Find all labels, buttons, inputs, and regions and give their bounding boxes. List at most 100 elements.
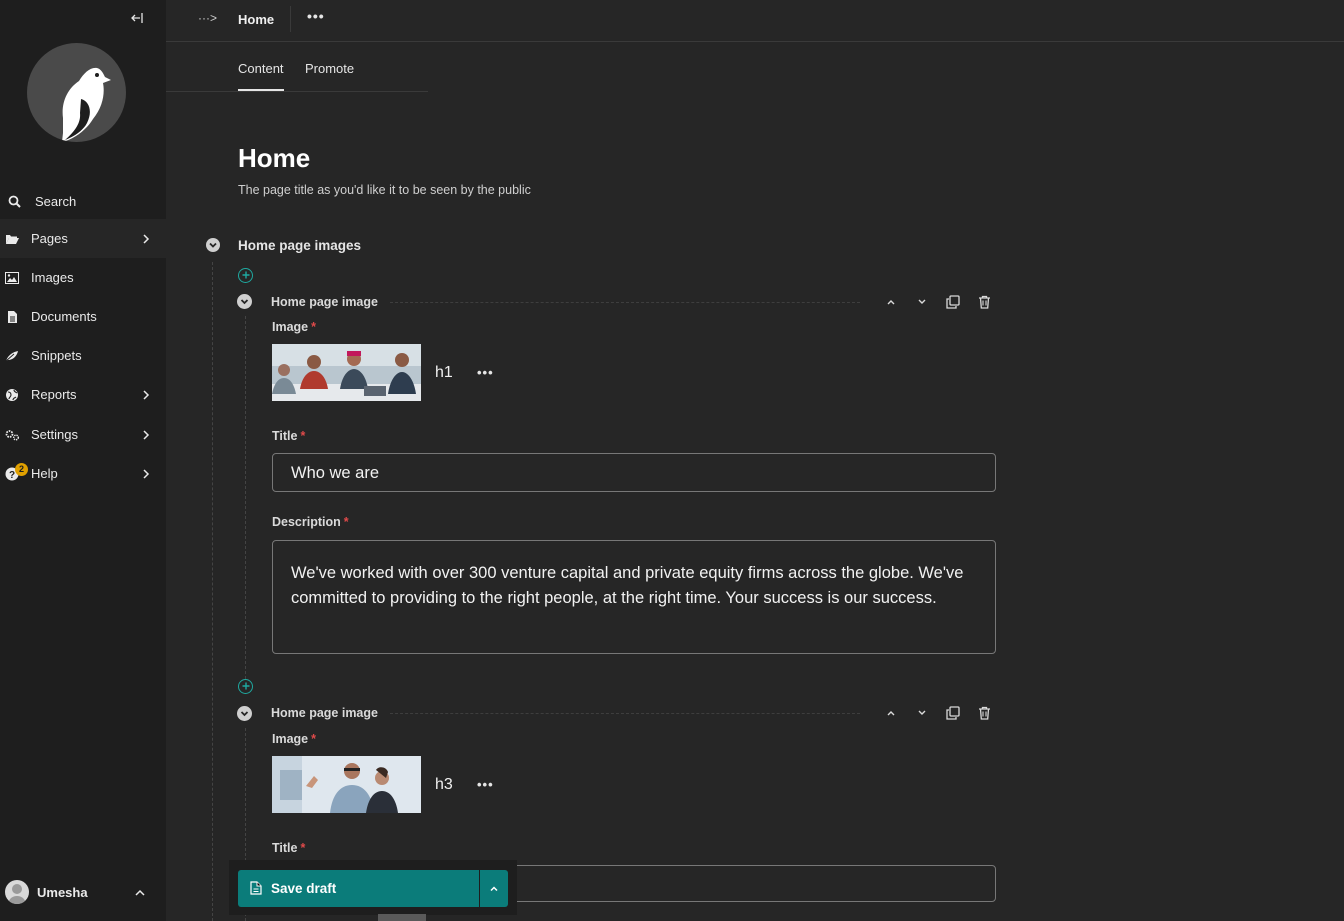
block-collapse-toggle[interactable]: [237, 294, 252, 309]
sidebar-item-label: Images: [31, 270, 74, 285]
title-input[interactable]: Who we are: [272, 453, 996, 492]
block-title: Home page image: [271, 706, 378, 720]
image-name: h3: [435, 776, 453, 793]
search-icon: [6, 194, 22, 210]
horizontal-scrollbar[interactable]: [378, 914, 426, 921]
section-heading: Home page images: [238, 238, 362, 253]
copy-icon: [946, 295, 960, 309]
add-block-button[interactable]: [238, 268, 253, 283]
sidebar-item-pages[interactable]: Pages: [0, 219, 166, 258]
sidebar-item-help[interactable]: ? 2 Help: [0, 454, 166, 493]
block-title: Home page image: [271, 295, 378, 309]
plus-icon: [242, 682, 249, 690]
image-field-label: Image *: [272, 320, 317, 334]
title-field-label: Title *: [272, 429, 306, 443]
chevron-right-icon: [140, 468, 152, 480]
sidebar-item-label: Search: [35, 194, 77, 209]
move-up-button[interactable]: [883, 294, 899, 310]
page-title-help: The page title as you'd like it to be se…: [238, 183, 531, 197]
sidebar-item-settings[interactable]: Settings: [0, 415, 166, 454]
copy-icon: [946, 706, 960, 720]
section-collapse-toggle[interactable]: [206, 238, 220, 252]
add-block-button[interactable]: [238, 679, 253, 694]
breadcrumb-current-page[interactable]: Home: [238, 12, 274, 27]
account-menu[interactable]: Umesha: [0, 876, 166, 908]
document-icon: [4, 309, 20, 325]
chevron-down-icon: [918, 710, 926, 715]
delete-button[interactable]: [976, 294, 992, 310]
chevron-right-icon: [140, 389, 152, 401]
image-thumbnail[interactable]: [272, 756, 421, 813]
move-down-button[interactable]: [914, 705, 930, 721]
globe-icon: [4, 387, 20, 403]
wagtail-logo[interactable]: [27, 43, 126, 142]
section-guide-line: [212, 262, 213, 921]
sidebar-item-snippets[interactable]: Snippets: [0, 336, 166, 375]
block-collapse-toggle[interactable]: [237, 706, 252, 721]
sidebar-item-documents[interactable]: Documents: [0, 297, 166, 336]
folder-open-icon: [4, 231, 20, 247]
sidebar-item-images[interactable]: Images: [0, 258, 166, 297]
tab-bar: Content Promote: [166, 43, 428, 92]
duplicate-button[interactable]: [945, 294, 961, 310]
page-title-input[interactable]: Home: [238, 143, 310, 174]
delete-button[interactable]: [976, 705, 992, 721]
footer-action-bar: Save draft: [229, 860, 517, 915]
sidebar-item-label: Pages: [31, 231, 68, 246]
image-actions-button[interactable]: •••: [477, 365, 494, 380]
sidebar: Search Pages Images Documents Snippets R…: [0, 0, 166, 921]
chevron-down-icon: [209, 242, 217, 248]
sidebar-item-label: Reports: [31, 387, 77, 402]
office-photo-image: [272, 756, 421, 813]
plus-icon: [242, 271, 249, 279]
collapse-sidebar-button[interactable]: [128, 12, 146, 28]
team-photo-image: [272, 344, 421, 401]
chevron-up-icon: [490, 885, 498, 891]
block-divider: [390, 302, 860, 303]
svg-text:?: ?: [9, 470, 15, 481]
chevron-right-icon: [140, 429, 152, 441]
user-name: Umesha: [37, 885, 88, 900]
move-up-button[interactable]: [883, 705, 899, 721]
move-down-button[interactable]: [914, 294, 930, 310]
more-save-actions-button[interactable]: [480, 870, 508, 907]
help-icon: ? 2: [4, 462, 28, 482]
chevron-up-icon: [134, 886, 146, 898]
divider: [290, 6, 291, 32]
document-icon: [250, 881, 262, 895]
bird-logo-icon: [62, 67, 111, 142]
title-field-label: Title *: [272, 841, 306, 855]
image-icon: [4, 270, 20, 286]
tab-promote[interactable]: Promote: [305, 61, 354, 76]
sidebar-item-search[interactable]: Search: [0, 182, 166, 221]
trash-icon: [978, 295, 990, 309]
notification-badge: 2: [15, 462, 28, 476]
sidebar-item-label: Snippets: [31, 348, 82, 363]
tab-content[interactable]: Content: [238, 61, 284, 91]
collapse-left-icon: [131, 13, 143, 23]
sidebar-item-label: Documents: [31, 309, 97, 324]
image-actions-button[interactable]: •••: [477, 777, 494, 792]
chevron-down-icon: [918, 299, 926, 304]
title-input-value: Who we are: [291, 464, 380, 482]
chevron-up-icon: [887, 711, 895, 716]
block-guide-line: [245, 316, 246, 679]
sidebar-item-reports[interactable]: Reports: [0, 375, 166, 414]
block-divider: [390, 713, 860, 714]
header: ···> Home •••: [166, 0, 1344, 42]
trash-icon: [978, 706, 990, 720]
chevron-down-icon: [240, 299, 249, 305]
chevron-down-icon: [240, 711, 249, 717]
breadcrumb-toggle[interactable]: ···>: [198, 11, 217, 25]
image-thumbnail[interactable]: [272, 344, 421, 401]
description-field-label: Description *: [272, 515, 349, 529]
chevron-up-icon: [887, 300, 895, 305]
save-draft-button[interactable]: Save draft: [238, 870, 479, 907]
description-value: We've worked with over 300 venture capit…: [291, 564, 964, 607]
more-actions-button[interactable]: •••: [307, 8, 325, 24]
description-textarea[interactable]: We've worked with over 300 venture capit…: [272, 540, 996, 654]
cogs-icon: [4, 427, 20, 443]
chevron-right-icon: [140, 233, 152, 245]
duplicate-button[interactable]: [945, 705, 961, 721]
image-name: h1: [435, 364, 453, 381]
